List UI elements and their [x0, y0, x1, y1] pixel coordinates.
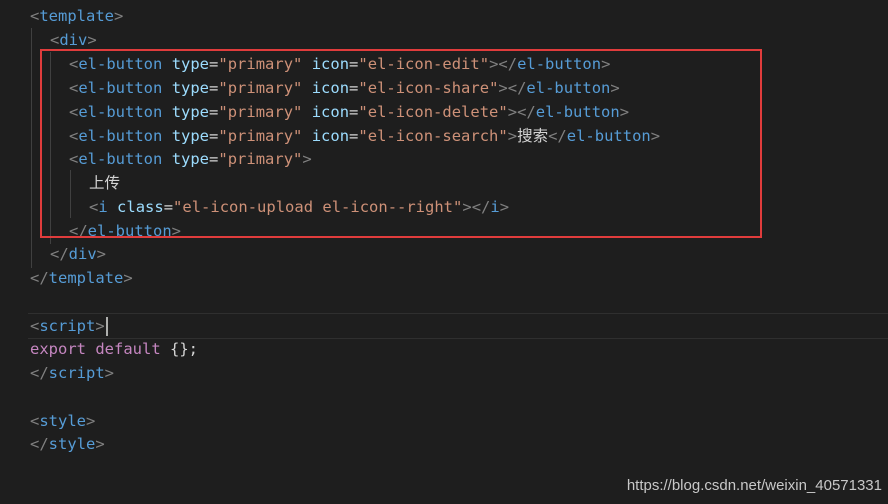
tag-name: style	[48, 435, 96, 453]
code-line-style-open[interactable]: < style >	[30, 409, 95, 433]
tag-bracket: >	[95, 435, 105, 453]
tag-bracket: </	[30, 364, 49, 382]
tag-name: style	[39, 412, 87, 430]
code-punctuation: {};	[160, 340, 198, 358]
watermark-url: https://blog.csdn.net/weixin_40571331	[626, 477, 882, 494]
tag-bracket: >	[86, 412, 96, 430]
code-line-script-open[interactable]: < script >	[30, 314, 108, 338]
code-line-script-close[interactable]: </script >	[30, 361, 114, 385]
code-line-export-default[interactable]: export default {};	[30, 337, 198, 361]
code-line-div-close[interactable]: </div >	[50, 242, 106, 266]
tag-name: script	[48, 364, 105, 382]
tag-name: div	[68, 245, 97, 263]
tag-name: template	[39, 7, 114, 25]
code-editor[interactable]: < template > < div > < el-button type = "primar…	[0, 0, 888, 504]
tag-bracket: >	[104, 364, 115, 382]
tag-bracket: <	[30, 7, 40, 25]
tag-bracket: >	[96, 245, 107, 263]
tag-bracket: >	[114, 7, 124, 25]
keyword: default	[95, 340, 161, 358]
tag-bracket: <	[30, 317, 40, 335]
code-line-style-close[interactable]: </style >	[30, 432, 105, 456]
code-line-template-open[interactable]: < template >	[30, 4, 123, 28]
tag-bracket: </	[50, 245, 69, 263]
tag-name: template	[48, 269, 124, 287]
text-cursor	[105, 316, 108, 336]
keyword: export	[30, 340, 86, 358]
tag-bracket: </	[30, 435, 49, 453]
indent-guide	[31, 28, 32, 268]
current-line-highlight	[28, 313, 888, 339]
tag-bracket: >	[123, 269, 133, 287]
tag-bracket: >	[95, 317, 105, 335]
tag-name: script	[39, 317, 96, 335]
code-line-template-close[interactable]: </template >	[30, 266, 133, 290]
annotation-highlight-box	[40, 49, 762, 238]
tag-bracket: <	[30, 412, 40, 430]
tag-bracket: </	[30, 269, 49, 287]
